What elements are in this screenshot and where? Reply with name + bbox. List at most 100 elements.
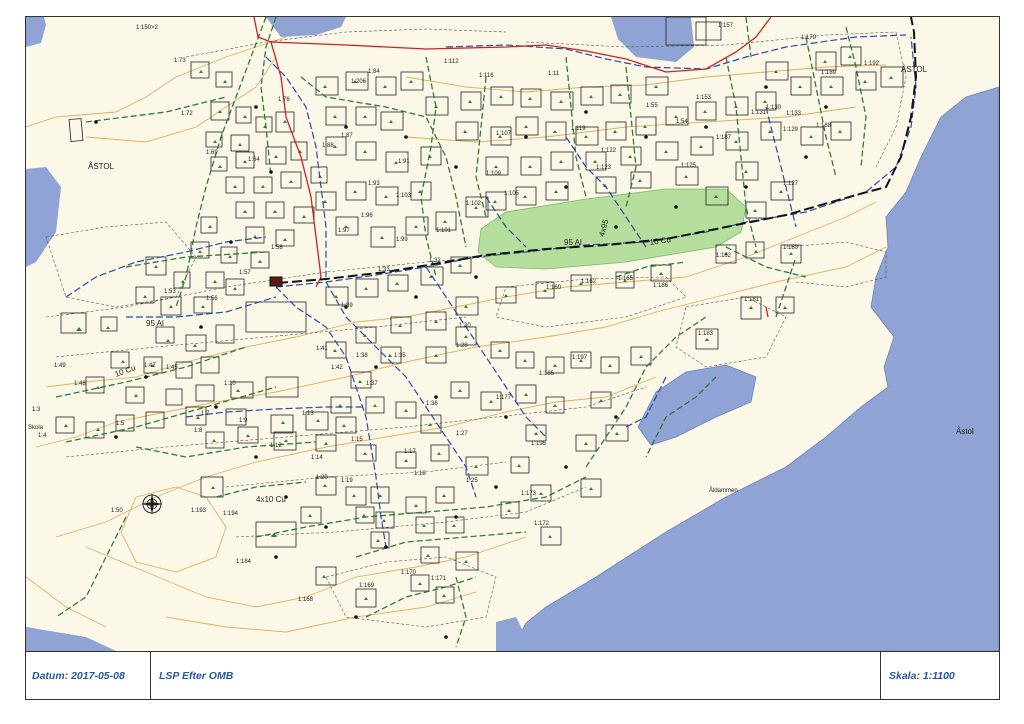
lot-label: 1:170 xyxy=(401,570,417,576)
lot-label: 1:15 xyxy=(351,437,363,443)
lot-label: 1:129 xyxy=(783,127,799,133)
lot-label: 1:172 xyxy=(534,521,550,527)
lot-label: 1:19 xyxy=(341,478,353,484)
lot-label: 1:38 xyxy=(356,353,368,359)
lot-label: 1:55 xyxy=(646,103,658,109)
lot-label: 1:35 xyxy=(394,353,406,359)
cable-label-95al-nw: 95 Al xyxy=(146,319,164,328)
lot-label: 1:131 xyxy=(751,110,767,116)
lot-label: 1:184 xyxy=(236,559,252,565)
place-label-astol-west: ÅSTOL xyxy=(88,162,115,171)
lot-label: 1:102 xyxy=(466,201,482,207)
lot-label: 1:112 xyxy=(444,59,459,65)
lot-label: 1:12 xyxy=(270,443,282,449)
lot-label: 1:47 xyxy=(144,363,156,369)
lot-label: 1:49 xyxy=(54,363,66,369)
lot-label: 1:169 xyxy=(359,583,375,589)
lot-label: 1:177 xyxy=(496,395,512,401)
sea-east xyxy=(510,86,999,651)
lot-label: 1:180 xyxy=(783,245,799,251)
sea-north-1 xyxy=(611,17,694,62)
lot-label: 1:197 xyxy=(572,355,588,361)
lot-label: 1:11 xyxy=(548,71,560,77)
place-label-skola: Skola xyxy=(28,425,44,431)
lot-label: 1:91 xyxy=(398,159,410,165)
lot-label: 1:171 xyxy=(431,576,447,582)
lot-label: 1:186 xyxy=(653,283,669,289)
lot-label: 1:96 xyxy=(361,213,373,219)
lot-label: 1:192 xyxy=(864,61,880,67)
lot-label: 1:48 xyxy=(74,381,86,387)
lot-label: 1:39 xyxy=(341,303,353,309)
lot-label: 1:42 xyxy=(331,365,343,371)
lot-label: 1:109 xyxy=(486,171,502,177)
lot-label: 1:194 xyxy=(223,511,239,517)
lot-label: 1:27 xyxy=(456,431,468,437)
lot-label: 1:54 xyxy=(676,119,688,125)
sea-nw xyxy=(26,17,46,47)
lot-label: 1:193 xyxy=(191,508,207,514)
scale-label: Skala: 1:1100 xyxy=(889,670,955,682)
survey-point-icon xyxy=(141,493,163,515)
substation xyxy=(269,276,283,287)
lot-label: 1:45 xyxy=(166,365,178,371)
lot-label: 1:30 xyxy=(459,323,471,329)
lot-label: 1:189 xyxy=(821,70,837,76)
lot-label: 1:25 xyxy=(466,478,478,484)
lot-label: 1:179 xyxy=(801,35,817,41)
lot-label: 1:127 xyxy=(783,181,799,187)
lot-label: 1:17 xyxy=(404,449,416,455)
lot-label: 1:10 xyxy=(224,381,236,387)
lot-label: 1:9 xyxy=(239,418,248,424)
place-label-astol-sea: Åstol xyxy=(956,427,974,436)
lot-label: 1:32 xyxy=(429,258,441,264)
lot-label: 1:14 xyxy=(311,455,323,461)
lot-label: 1:187 xyxy=(716,135,732,141)
lot-label: 1:162 xyxy=(581,279,597,285)
cable-label-95al: 95 Al xyxy=(564,238,582,247)
lot-label: 1:181 xyxy=(744,297,760,303)
lot-label: 1:88 xyxy=(322,143,334,149)
lot-label: 1:36 xyxy=(426,401,438,407)
sea-north-2 xyxy=(266,17,346,37)
lot-label: 1:107 xyxy=(496,131,512,137)
lot-label: 1:5 xyxy=(116,421,125,427)
title-block: Datum: 2017-05-08 LSP Efter OMB Skala: 1… xyxy=(26,651,999,699)
map-sheet: ÅSTOL ÅSTOL Åstol Åldammen Skola 95 Al 1… xyxy=(25,16,1000,700)
lot-label: 1:53 xyxy=(164,289,176,295)
lot-label: 1:160 xyxy=(546,285,562,291)
lot-label: 1:37 xyxy=(366,381,378,387)
sea-west xyxy=(26,167,61,267)
lot-label: 1:93 xyxy=(368,181,380,187)
lot-label: 1:18 xyxy=(414,471,426,477)
lot-label: 1:84 xyxy=(368,69,380,75)
lot-label: 1:116 xyxy=(479,73,494,79)
network-map[interactable]: ÅSTOL ÅSTOL Åstol Åldammen Skola 95 Al 1… xyxy=(26,17,999,651)
cable-label-4x10cu: 4x10 Cu xyxy=(256,495,286,504)
lot-label: 1:150>2 xyxy=(136,25,159,31)
lot-label: 1:69 xyxy=(206,150,218,156)
date-label: Datum: 2017-05-08 xyxy=(26,652,151,699)
lot-label: 1:73 xyxy=(174,58,186,64)
lot-label: 1:119 xyxy=(571,126,586,132)
lot-label: 1:105 xyxy=(504,191,520,197)
lot-label: 1:157 xyxy=(718,23,734,29)
lot-label: 1:56 xyxy=(206,296,218,302)
lot-label: 1:64 xyxy=(248,157,260,163)
lot-label: 1:33 xyxy=(378,267,390,273)
lot-label: 1:183 xyxy=(698,331,714,337)
lot-label: 1:188 xyxy=(816,123,832,129)
lot-label: 1:130 xyxy=(766,105,782,111)
lot-label: 1:28 xyxy=(456,343,468,349)
lot-label: 1:72 xyxy=(181,111,193,117)
lot-label: 1:41 xyxy=(316,346,328,352)
drawing-title: LSP Efter OMB xyxy=(151,652,881,699)
lot-label: 1:133 xyxy=(786,111,802,117)
lot-label: 1:7 xyxy=(201,411,210,417)
place-label-aldammen: Åldammen xyxy=(709,487,738,494)
lot-label: 1:122 xyxy=(601,148,617,154)
lot-label: 1:13 xyxy=(302,411,314,417)
lot-label: 1:185 xyxy=(539,371,555,377)
lot-label: 1:58 xyxy=(271,245,283,251)
lot-label: 1:206 xyxy=(351,79,367,85)
